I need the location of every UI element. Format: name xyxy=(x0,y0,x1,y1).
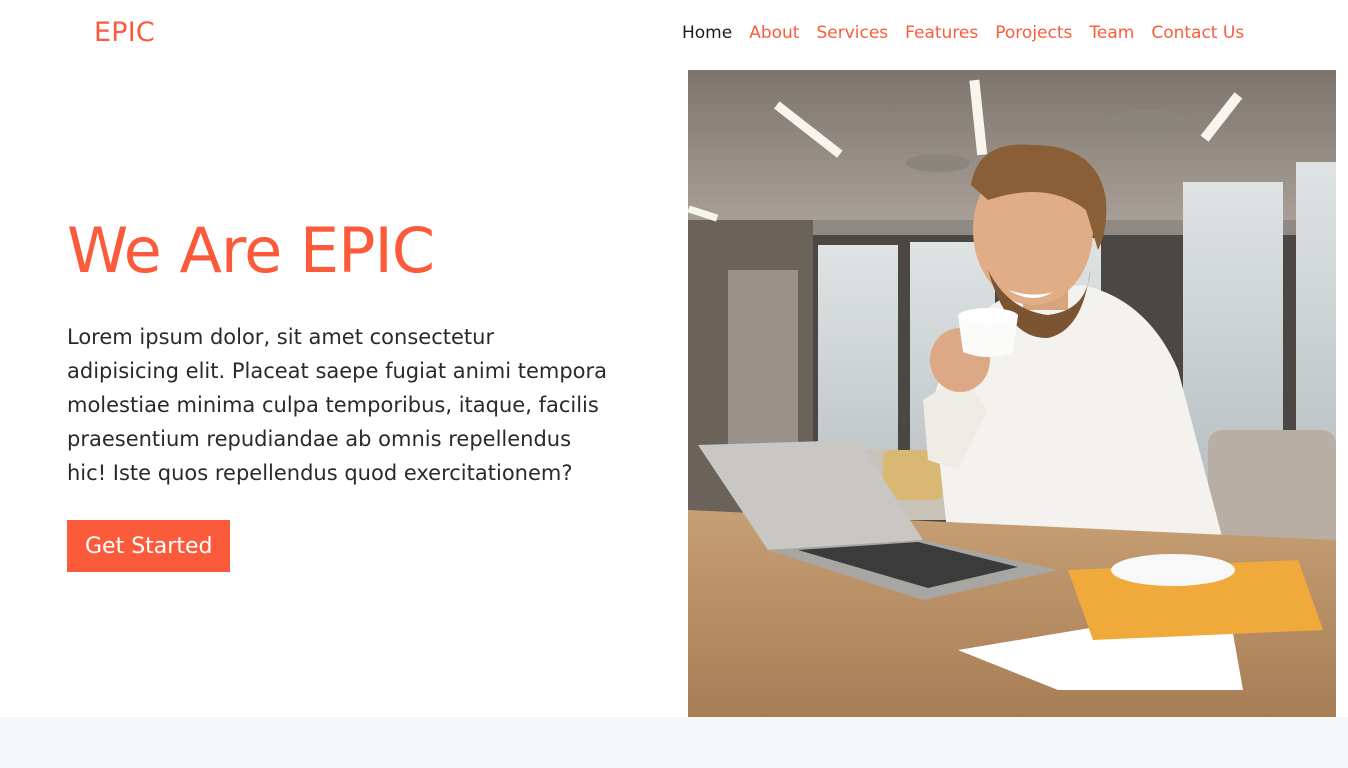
next-section-band xyxy=(0,717,1348,768)
nav-link-team[interactable]: Team xyxy=(1089,23,1134,43)
hero-paragraph: Lorem ipsum dolor, sit amet consectetur … xyxy=(67,325,608,485)
office-man-laptop-photo-icon xyxy=(688,70,1336,717)
nav-link-projects[interactable]: Porojects xyxy=(995,23,1072,43)
nav-item-home: Home xyxy=(682,23,732,43)
get-started-button[interactable]: Get Started xyxy=(67,520,231,572)
nav-link-contact[interactable]: Contact Us xyxy=(1151,23,1244,43)
nav-link-about[interactable]: About xyxy=(749,23,799,43)
nav-link-home[interactable]: Home xyxy=(682,23,732,43)
hero-section: We Are EPIC Lorem ipsum dolor, sit amet … xyxy=(67,220,627,572)
nav-item-team: Team xyxy=(1089,23,1134,43)
nav-link-features[interactable]: Features xyxy=(905,23,978,43)
navbar: EPIC Home About Services Features Poroje… xyxy=(0,0,1348,70)
nav-item-features: Features xyxy=(905,23,978,43)
nav-menu: Home About Services Features Porojects T… xyxy=(682,23,1244,43)
nav-item-services: Services xyxy=(816,23,888,43)
nav-item-projects: Porojects xyxy=(995,23,1072,43)
hero-title: We Are EPIC xyxy=(67,214,435,287)
hero-image xyxy=(688,70,1336,717)
nav-item-about: About xyxy=(749,23,799,43)
brand-logo[interactable]: EPIC xyxy=(94,17,155,48)
nav-item-contact: Contact Us xyxy=(1151,23,1244,43)
nav-link-services[interactable]: Services xyxy=(816,23,888,43)
